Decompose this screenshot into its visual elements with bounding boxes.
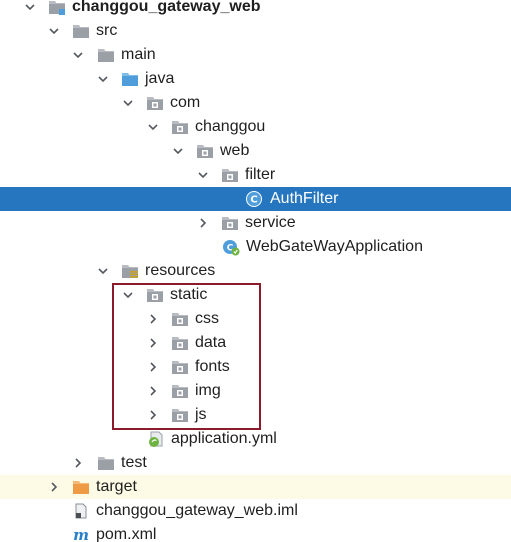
spring-boot-class-icon	[222, 238, 240, 256]
tree-node-application-yml[interactable]: application.yml	[0, 427, 511, 451]
tree-node-label: src	[96, 22, 118, 39]
tree-node-label: target	[96, 478, 137, 495]
tree-node-changgou-gateway-web[interactable]: changgou_gateway_web	[0, 0, 511, 19]
tree-node-label: test	[121, 454, 147, 471]
chevron-down-icon[interactable]	[170, 139, 186, 163]
maven-icon	[72, 526, 90, 542]
tree-node-label: img	[195, 382, 221, 399]
tree-node-label: pom.xml	[96, 526, 157, 542]
tree-node-label: changgou_gateway_web.iml	[96, 502, 298, 519]
module-folder-icon	[48, 0, 66, 16]
chevron-right-icon[interactable]	[145, 331, 161, 355]
tree-node-webgatewayapplication[interactable]: WebGateWayApplication	[0, 235, 511, 259]
tree-node-target[interactable]: target	[0, 475, 511, 499]
chevron-down-icon[interactable]	[22, 0, 38, 19]
tree-node-label: application.yml	[171, 430, 277, 447]
chevron-down-icon[interactable]	[120, 283, 136, 307]
tree-node-label: service	[245, 214, 296, 231]
project-tree: changgou_gateway_web src main java com c…	[0, 0, 511, 542]
chevron-right-icon[interactable]	[145, 307, 161, 331]
chevron-down-icon[interactable]	[120, 91, 136, 115]
tree-node-img[interactable]: img	[0, 379, 511, 403]
source-root-folder-icon	[121, 70, 139, 88]
package-icon	[146, 94, 164, 112]
spring-yml-icon	[147, 430, 165, 448]
tree-node-main[interactable]: main	[0, 43, 511, 67]
java-class-icon	[245, 190, 263, 208]
tree-node-label: fonts	[195, 358, 230, 375]
tree-node-label: static	[170, 286, 208, 303]
tree-node-label: changgou	[195, 118, 266, 135]
tree-node-web[interactable]: web	[0, 139, 511, 163]
tree-node-pom-xml[interactable]: pom.xml	[0, 523, 511, 542]
folder-icon	[97, 454, 115, 472]
chevron-down-icon[interactable]	[95, 259, 111, 283]
tree-node-com[interactable]: com	[0, 91, 511, 115]
iml-file-icon	[72, 502, 90, 520]
tree-node-resources[interactable]: resources	[0, 259, 511, 283]
tree-node-label: resources	[145, 262, 216, 279]
package-icon	[171, 118, 189, 136]
chevron-right-icon[interactable]	[145, 355, 161, 379]
tree-node-test[interactable]: test	[0, 451, 511, 475]
package-icon	[171, 358, 189, 376]
chevron-down-icon[interactable]	[145, 115, 161, 139]
tree-node-label: java	[145, 70, 175, 87]
resources-folder-icon	[121, 262, 139, 280]
chevron-right-icon[interactable]	[145, 403, 161, 427]
chevron-down-icon[interactable]	[46, 19, 62, 43]
tree-node-label: data	[195, 334, 227, 351]
chevron-right-icon[interactable]	[46, 475, 62, 499]
tree-node-filter[interactable]: filter	[0, 163, 511, 187]
tree-node-label: changgou_gateway_web	[72, 0, 261, 15]
tree-node-label: com	[170, 94, 201, 111]
chevron-down-icon[interactable]	[70, 43, 86, 67]
package-icon	[221, 166, 239, 184]
tree-node-label: main	[121, 46, 156, 63]
chevron-down-icon[interactable]	[195, 163, 211, 187]
folder-icon	[72, 22, 90, 40]
package-icon	[171, 310, 189, 328]
chevron-down-icon[interactable]	[95, 67, 111, 91]
tree-node-label: AuthFilter	[270, 190, 339, 207]
chevron-right-icon[interactable]	[145, 379, 161, 403]
tree-node-label: filter	[245, 166, 276, 183]
tree-node-service[interactable]: service	[0, 211, 511, 235]
tree-node-data[interactable]: data	[0, 331, 511, 355]
package-icon	[171, 382, 189, 400]
package-icon	[171, 406, 189, 424]
package-icon	[171, 334, 189, 352]
tree-node-fonts[interactable]: fonts	[0, 355, 511, 379]
package-icon	[221, 214, 239, 232]
tree-node-iml-file[interactable]: changgou_gateway_web.iml	[0, 499, 511, 523]
tree-node-static[interactable]: static	[0, 283, 511, 307]
tree-node-label: web	[220, 142, 250, 159]
tree-node-java[interactable]: java	[0, 67, 511, 91]
package-icon	[196, 142, 214, 160]
chevron-right-icon[interactable]	[195, 211, 211, 235]
tree-node-changgou[interactable]: changgou	[0, 115, 511, 139]
package-icon	[146, 286, 164, 304]
tree-node-authfilter[interactable]: AuthFilter	[0, 187, 511, 211]
tree-node-css[interactable]: css	[0, 307, 511, 331]
tree-node-label: WebGateWayApplication	[246, 238, 423, 255]
chevron-right-icon[interactable]	[70, 451, 86, 475]
tree-node-label: css	[195, 310, 219, 327]
folder-icon	[97, 46, 115, 64]
tree-node-label: js	[195, 406, 207, 423]
tree-node-js[interactable]: js	[0, 403, 511, 427]
tree-node-src[interactable]: src	[0, 19, 511, 43]
excluded-folder-icon	[72, 478, 90, 496]
